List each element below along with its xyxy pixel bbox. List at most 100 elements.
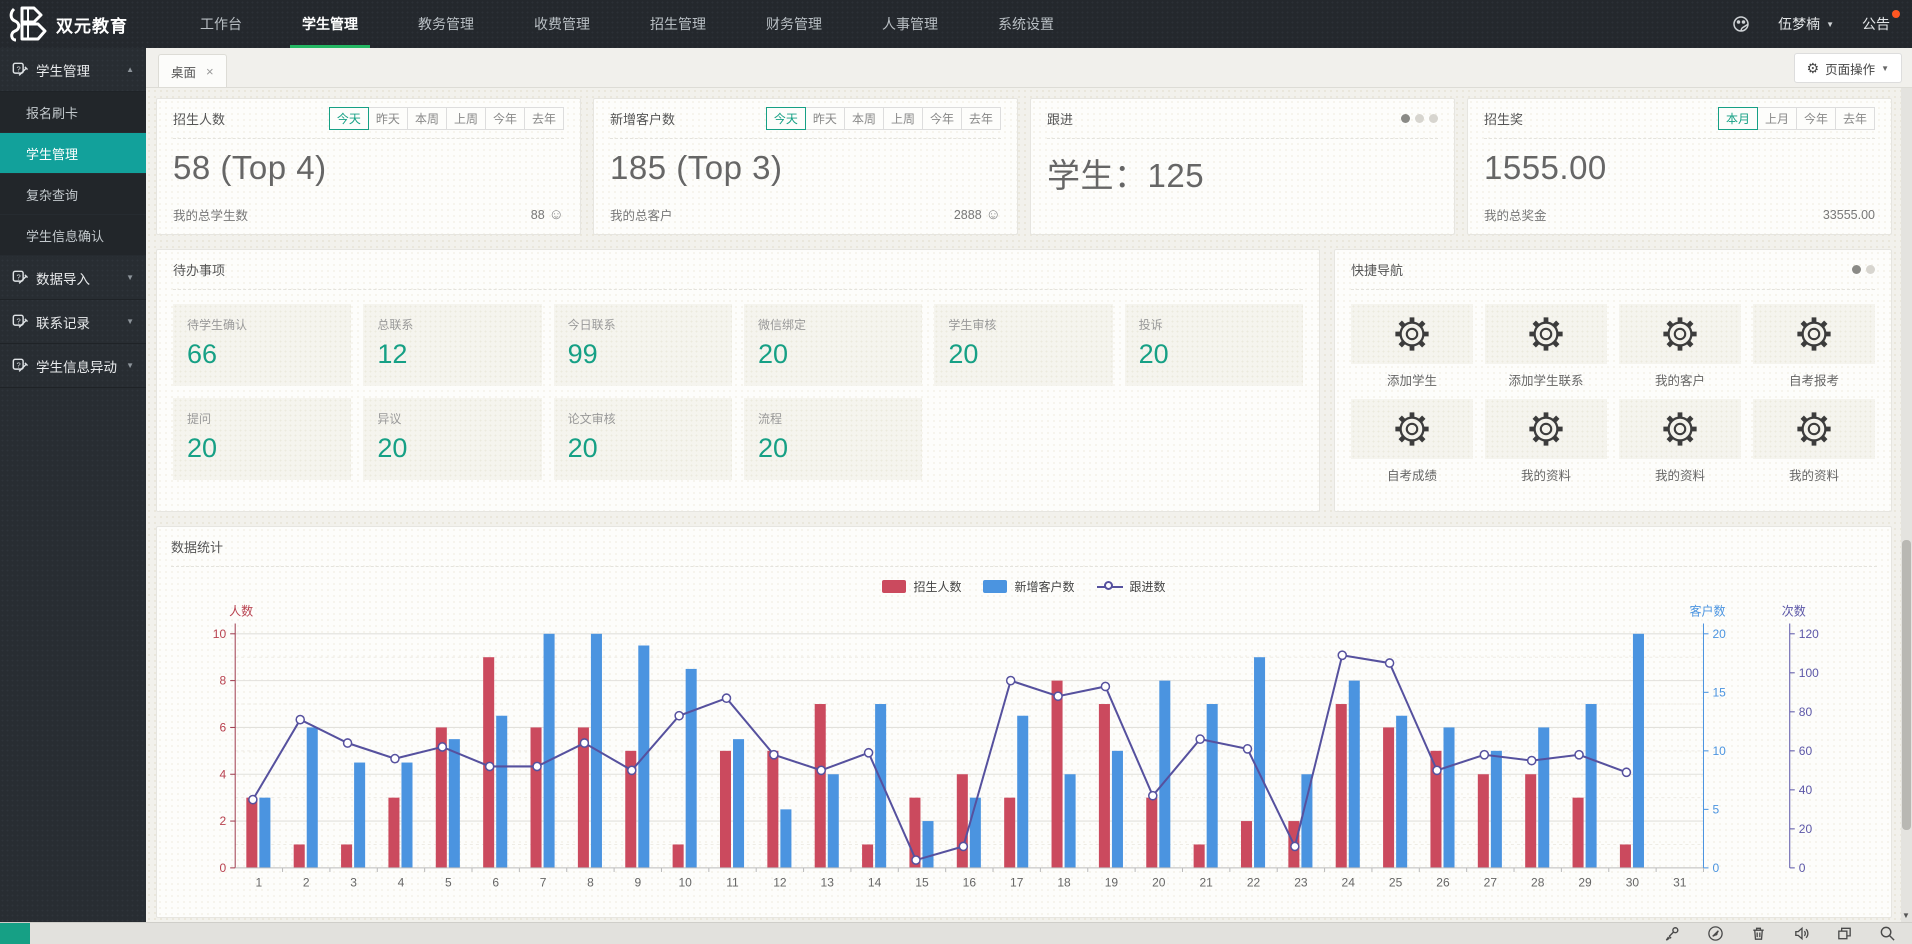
sidebar-group-label: 学生信息异动 — [36, 356, 117, 376]
nav-item-7[interactable]: 系统设置 — [968, 0, 1084, 48]
quick-nav-item-1[interactable]: 添加学生联系 — [1485, 304, 1607, 389]
sidebar-group-1[interactable]: ?数据导入▼ — [0, 256, 146, 300]
nav-item-2[interactable]: 教务管理 — [388, 0, 504, 48]
carousel-dot[interactable] — [1415, 114, 1424, 123]
sidebar-item-0-3[interactable]: 学生信息确认 — [0, 215, 146, 256]
todo-item-7[interactable]: 异议20 — [363, 398, 541, 480]
tab-desktop[interactable]: 桌面 × — [158, 54, 227, 87]
carousel-dots — [1401, 114, 1438, 123]
speaker-icon[interactable] — [1793, 925, 1810, 942]
windows-icon[interactable] — [1836, 925, 1853, 942]
nav-item-5[interactable]: 财务管理 — [736, 0, 852, 48]
legend-item-0[interactable]: 招生人数 — [882, 578, 961, 595]
svg-text:9: 9 — [634, 875, 641, 889]
todo-item-label: 论文审核 — [568, 410, 718, 427]
bottom-accent-button[interactable] — [0, 923, 30, 944]
quick-nav-icon-box — [1753, 304, 1875, 364]
carousel-dot[interactable] — [1401, 114, 1410, 123]
carousel-dot[interactable] — [1866, 265, 1875, 274]
page-actions-button[interactable]: ⚙ 页面操作 ▼ — [1794, 53, 1903, 83]
statistics-chart: 0246810051015200204060801001201234567891… — [171, 603, 1877, 911]
todo-item-1[interactable]: 总联系12 — [363, 304, 541, 386]
trash-icon[interactable] — [1750, 925, 1767, 942]
todo-item-8[interactable]: 论文审核 20 — [554, 398, 732, 480]
quick-nav-item-0[interactable]: 添加学生 — [1351, 304, 1473, 389]
todo-item-9[interactable]: 流程20 — [744, 398, 922, 480]
carousel-dot[interactable] — [1852, 265, 1861, 274]
nav-item-6[interactable]: 人事管理 — [852, 0, 968, 48]
filter-button-去年[interactable]: 去年 — [961, 107, 1001, 130]
sidebar-group-0[interactable]: ?学生管理▲ — [0, 48, 146, 92]
top-navbar: 双元教育 工作台学生管理教务管理收费管理招生管理财务管理人事管理系统设置 伍梦楠… — [0, 0, 1912, 48]
todo-item-4[interactable]: 学生审核20 — [934, 304, 1112, 386]
quick-nav-icon-box — [1485, 304, 1607, 364]
filter-button-昨天[interactable]: 昨天 — [805, 107, 845, 130]
filter-button-去年[interactable]: 去年 — [1835, 107, 1875, 130]
pin-icon[interactable] — [1664, 925, 1681, 942]
sidebar-group-2[interactable]: ?联系记录▼ — [0, 300, 146, 344]
filter-button-上周[interactable]: 上周 — [883, 107, 923, 130]
quick-nav-item-5[interactable]: 我的资料 — [1485, 399, 1607, 484]
todo-item-3[interactable]: 微信绑定20 — [744, 304, 922, 386]
scrollbar-thumb[interactable] — [1902, 540, 1911, 830]
vertical-scrollbar[interactable]: ▼ — [1901, 88, 1912, 922]
filter-button-本周[interactable]: 本周 — [844, 107, 884, 130]
compass-icon[interactable] — [1707, 925, 1724, 942]
user-menu[interactable]: 伍梦楠 ▼ — [1778, 14, 1834, 34]
quick-nav-item-3[interactable]: 自考报考 — [1753, 304, 1875, 389]
nav-item-0[interactable]: 工作台 — [170, 0, 272, 48]
nav-item-3[interactable]: 收费管理 — [504, 0, 620, 48]
todo-item-value: 20 — [568, 433, 718, 464]
filter-button-上周[interactable]: 上周 — [446, 107, 486, 130]
svg-text:6: 6 — [219, 720, 226, 734]
smiley-icon: ☺ — [549, 206, 564, 223]
notice-link[interactable]: 公告 — [1862, 14, 1890, 34]
brand-logo[interactable]: 双元教育 — [0, 0, 170, 48]
filter-button-今天[interactable]: 今天 — [329, 107, 369, 130]
quick-nav-item-2[interactable]: 我的客户 — [1619, 304, 1741, 389]
quick-nav-item-7[interactable]: 我的资料 — [1753, 399, 1875, 484]
todo-item-6[interactable]: 提问20 — [173, 398, 351, 480]
todo-item-0[interactable]: 待学生确认66 — [173, 304, 351, 386]
zoom-icon[interactable] — [1879, 925, 1896, 942]
filter-button-今天[interactable]: 今天 — [766, 107, 806, 130]
todo-item-2[interactable]: 今日联系99 — [554, 304, 732, 386]
quick-nav-item-4[interactable]: 自考成绩 — [1351, 399, 1473, 484]
quick-nav-item-6[interactable]: 我的资料 — [1619, 399, 1741, 484]
svg-text:29: 29 — [1578, 875, 1592, 889]
filter-button-本月[interactable]: 本月 — [1718, 107, 1758, 130]
filter-button-上月[interactable]: 上月 — [1757, 107, 1797, 130]
filter-button-本周[interactable]: 本周 — [407, 107, 447, 130]
stat-card-footer: 我的总奖金33555.00 — [1484, 205, 1875, 224]
svg-text:15: 15 — [915, 875, 929, 889]
navbar-right: 伍梦楠 ▼ 公告 — [1732, 0, 1912, 48]
tab-close-icon[interactable]: × — [206, 64, 214, 79]
sidebar-group-3[interactable]: ?学生信息异动▼ — [0, 344, 146, 388]
stat-footer-value: 88 — [531, 208, 545, 222]
filter-button-去年[interactable]: 去年 — [524, 107, 564, 130]
filter-button-今年[interactable]: 今年 — [485, 107, 525, 130]
svg-text:31: 31 — [1673, 875, 1687, 889]
sidebar-item-0-0[interactable]: 报名刷卡 — [0, 92, 146, 133]
svg-text:28: 28 — [1531, 875, 1545, 889]
todo-item-label: 待学生确认 — [187, 316, 337, 333]
theme-palette-icon[interactable] — [1732, 15, 1750, 33]
sidebar-item-0-1[interactable]: 学生管理 — [0, 133, 146, 174]
quick-nav-icon-box — [1351, 399, 1473, 459]
filter-button-今年[interactable]: 今年 — [922, 107, 962, 130]
svg-text:4: 4 — [219, 767, 226, 781]
todo-item-5[interactable]: 投诉20 — [1125, 304, 1303, 386]
gear-icon — [1527, 410, 1565, 448]
nav-item-4[interactable]: 招生管理 — [620, 0, 736, 48]
sidebar-item-0-2[interactable]: 复杂查询 — [0, 174, 146, 215]
svg-text:14: 14 — [868, 875, 882, 889]
legend-item-2[interactable]: 跟进数 — [1097, 578, 1166, 595]
nav-item-1[interactable]: 学生管理 — [272, 0, 388, 48]
carousel-dot[interactable] — [1429, 114, 1438, 123]
scrollbar-down-arrow[interactable]: ▼ — [1902, 911, 1910, 920]
filter-button-昨天[interactable]: 昨天 — [368, 107, 408, 130]
filter-button-今年[interactable]: 今年 — [1796, 107, 1836, 130]
legend-item-1[interactable]: 新增客户数 — [983, 578, 1074, 595]
legend-label: 新增客户数 — [1014, 578, 1074, 595]
todo-item-label: 流程 — [758, 410, 908, 427]
